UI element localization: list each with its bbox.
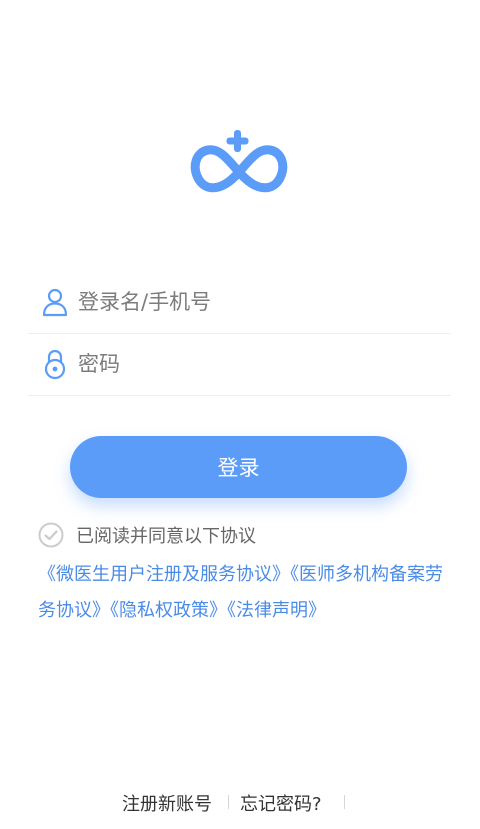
check-circle-icon[interactable] [38, 522, 64, 548]
footer-divider [228, 795, 229, 809]
agreement-row: 已阅读并同意以下协议 [38, 522, 256, 548]
username-input[interactable] [78, 290, 408, 314]
link-legal-statement[interactable]: 《法律声明》 [227, 600, 326, 621]
forgot-password-link[interactable]: 忘记密码? [240, 790, 322, 816]
agreement-text: 已阅读并同意以下协议 [76, 526, 256, 547]
footer-divider [344, 795, 345, 809]
footer: 注册新账号 忘记密码? [0, 788, 480, 816]
logo-icon [190, 128, 288, 204]
link-privacy-policy[interactable]: 《隐私权政策》 [110, 600, 227, 621]
user-icon [41, 285, 69, 319]
link-user-service-agreement[interactable]: 《微医生用户注册及服务协议》 [38, 564, 290, 585]
lock-icon [41, 347, 69, 381]
login-button[interactable]: 登录 [70, 436, 407, 498]
password-input[interactable] [78, 352, 408, 376]
register-link[interactable]: 注册新账号 [122, 790, 212, 816]
agreement-links: 《微医生用户注册及服务协议》《医师多机构备案劳务协议》《隐私权政策》《法律声明》 [38, 557, 448, 629]
username-field-row [28, 271, 451, 334]
password-field-row [28, 333, 451, 396]
